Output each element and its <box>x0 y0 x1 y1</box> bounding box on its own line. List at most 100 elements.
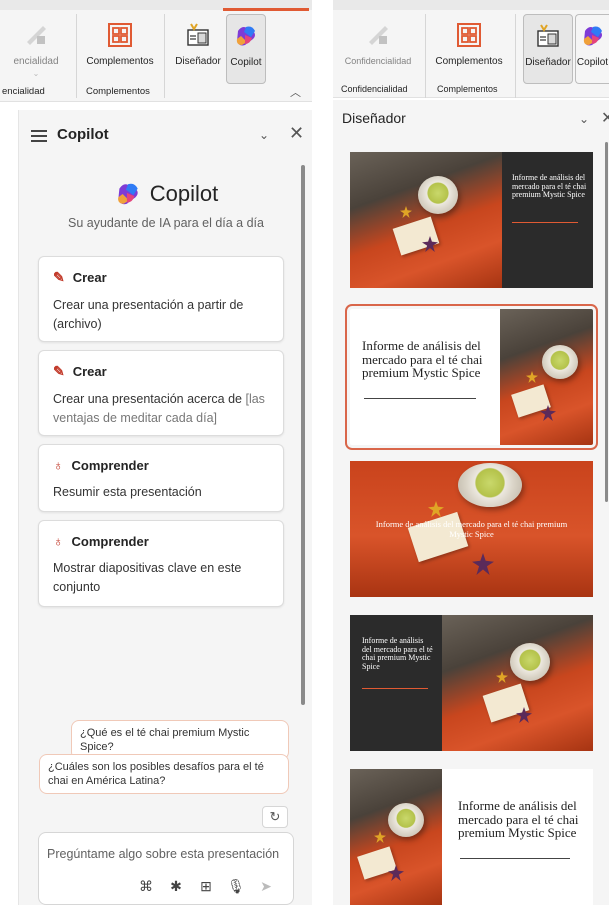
yellow-leaf <box>526 371 538 383</box>
ribbon-separator <box>164 14 165 98</box>
designer-button[interactable]: Diseñador <box>170 14 226 84</box>
slide-title: Informe de análisis del mercado para el … <box>362 636 433 671</box>
tea-photo <box>350 152 502 288</box>
sensitivity-icon <box>365 22 391 48</box>
card-body: Resumir esta presentación <box>53 485 202 499</box>
ribbon-separator <box>515 14 516 98</box>
scrollbar[interactable] <box>301 165 305 705</box>
tea-photo <box>350 769 442 905</box>
copilot-pane: Copilot ⌄ ✕ Copilot Su ayudante de IA pa… <box>18 110 312 905</box>
yellow-leaf <box>400 206 412 218</box>
refresh-icon[interactable]: ↻ <box>262 806 288 828</box>
ribbon-accent-bar <box>223 8 309 11</box>
addins-icon <box>107 22 133 48</box>
design-option-2-selected[interactable]: Informe de análisis del mercado para el … <box>345 304 598 450</box>
addins-button[interactable]: Complementos <box>80 14 160 84</box>
chevron-down-icon[interactable]: ⌄ <box>579 112 589 126</box>
pane-title: Copilot <box>57 126 109 143</box>
image-sparkle-icon[interactable]: ⌘ <box>137 877 155 895</box>
card-body: Mostrar diapositivas clave en este conju… <box>53 561 242 594</box>
design-option-5[interactable]: Informe de análisis del mercado para el … <box>350 769 593 905</box>
sensitivity-label: encialidad <box>13 56 59 67</box>
tea-cup <box>388 803 424 837</box>
sensitivity-button[interactable]: Confidencialidad <box>337 14 419 84</box>
yellow-leaf <box>428 501 444 517</box>
designer-button-active[interactable]: Diseñador <box>523 14 573 84</box>
title-underline <box>362 688 428 689</box>
grid-addins-icon[interactable]: ⊞ <box>197 877 215 895</box>
ribbon-top-strip <box>333 0 609 10</box>
designer-icon <box>185 22 211 48</box>
chat-input[interactable]: Pregúntame algo sobre esta presentación … <box>38 832 294 905</box>
pen-sparkle-icon: ✎ <box>53 363 65 379</box>
addins-icon <box>456 22 482 48</box>
slide-title: Informe de análisis del mercado para el … <box>362 338 483 380</box>
collapse-ribbon-icon[interactable]: ︿ <box>290 84 301 100</box>
sensitivity-button[interactable]: encialidad ⌄ <box>2 14 70 84</box>
prompt-card-create-about[interactable]: ✎ Crear Crear una presentación acerca de … <box>38 350 284 436</box>
tea-cup <box>458 463 522 507</box>
copilot-pane-header: Copilot ⌄ ✕ <box>19 120 313 150</box>
copilot-icon <box>233 23 259 49</box>
copilot-button-active[interactable]: Copilot <box>226 14 266 84</box>
designer-pane: Diseñador ⌄ ✕ Informe de análisis del me… <box>333 100 609 905</box>
copilot-label: Copilot <box>230 57 262 68</box>
send-icon[interactable]: ➤ <box>257 877 275 895</box>
yellow-leaf <box>496 671 508 683</box>
addins-label: Complementos <box>435 56 503 67</box>
ribbon-right: Confidencialidad Complementos Diseñador … <box>333 0 609 98</box>
tea-cup <box>542 345 578 379</box>
suggestion-chip[interactable]: ¿Cuáles son los posibles desafíos para e… <box>39 754 289 794</box>
dark-text-panel: Informe de análisis del mercado para el … <box>350 615 442 751</box>
menu-icon[interactable] <box>31 130 47 142</box>
scrollbar[interactable] <box>605 142 608 502</box>
slide-title: Informe de análisis del mercado para el … <box>375 519 568 539</box>
group-label-addins: Complementos <box>437 84 498 94</box>
ribbon-separator <box>425 14 426 98</box>
copilot-label: Copilot <box>576 57 609 68</box>
dark-text-panel: Informe de análisis del mercado para el … <box>502 152 593 288</box>
yellow-leaf <box>374 831 386 843</box>
prompt-card-summarize[interactable]: ♁ Comprender Resumir esta presentación <box>38 444 284 512</box>
design-option-1[interactable]: Informe de análisis del mercado para el … <box>350 152 593 288</box>
chat-input-toolbar: ⌘ ✱ ⊞ 🎙 ➤ <box>137 877 275 895</box>
sensitivity-icon <box>23 22 49 48</box>
copilot-icon <box>580 23 606 49</box>
design-option-3[interactable]: Informe de análisis del mercado para el … <box>350 461 593 597</box>
prompt-guide-icon[interactable]: ✱ <box>167 877 185 895</box>
sensitivity-label: Confidencialidad <box>344 56 412 66</box>
title-underline <box>364 398 476 399</box>
slide-title: Informe de análisis del mercado para el … <box>512 173 587 199</box>
chevron-down-icon[interactable]: ⌄ <box>259 128 269 142</box>
designer-label: Diseñador <box>525 57 571 68</box>
group-label-addins: Complementos <box>86 86 150 97</box>
title-underline <box>512 222 578 223</box>
pen-sparkle-icon: ✎ <box>53 269 65 285</box>
lightbulb-icon: ♁ <box>53 533 64 549</box>
addins-label: Complementos <box>86 56 154 67</box>
close-icon[interactable]: ✕ <box>601 108 609 128</box>
card-heading: Crear <box>72 364 107 379</box>
close-icon[interactable]: ✕ <box>289 123 304 144</box>
pane-title: Diseñador <box>342 110 406 126</box>
chat-input-placeholder: Pregúntame algo sobre esta presentación <box>47 847 280 861</box>
tea-cup <box>510 643 550 681</box>
prompt-card-create-from-file[interactable]: ✎ Crear Crear una presentación a partir d… <box>38 256 284 342</box>
designer-label: Diseñador <box>175 56 221 67</box>
tea-photo <box>442 615 593 751</box>
microphone-icon[interactable]: 🎙 <box>227 877 245 895</box>
tea-card <box>357 846 397 880</box>
addins-button[interactable]: Complementos <box>429 14 509 84</box>
prompt-card-key-slides[interactable]: ♁ Comprender Mostrar diapositivas clave e… <box>38 520 284 607</box>
card-heading: Comprender <box>71 533 149 549</box>
purple-leaf <box>472 553 494 575</box>
ribbon-left: encialidad ⌄ Complementos Diseñador Copi… <box>0 0 312 102</box>
card-heading: Crear <box>72 270 107 285</box>
card-body: Crear una presentación a partir de (arch… <box>53 298 244 331</box>
copilot-button[interactable]: Copilot <box>575 14 609 84</box>
slide-title: Informe de análisis del mercado para el … <box>458 798 579 840</box>
lightbulb-icon: ♁ <box>53 457 64 473</box>
ribbon-separator <box>76 14 77 98</box>
design-option-4[interactable]: Informe de análisis del mercado para el … <box>350 615 593 751</box>
designer-icon <box>535 23 561 49</box>
